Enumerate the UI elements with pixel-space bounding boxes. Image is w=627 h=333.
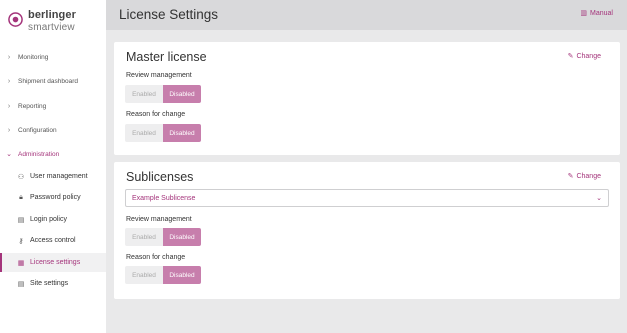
chevron-right-icon: › xyxy=(7,126,11,134)
users-icon: ⚇ xyxy=(17,173,25,181)
page-title: License Settings xyxy=(119,7,219,22)
clipboard-icon: ▤ xyxy=(17,216,25,224)
enabled-option[interactable]: Enabled xyxy=(125,85,163,103)
disabled-option[interactable]: Disabled xyxy=(163,228,201,246)
master-change-button[interactable]: ✎ Change xyxy=(567,52,601,61)
book-icon: ▥ xyxy=(580,10,588,17)
sidebar-item-user-management[interactable]: ⚇ User management xyxy=(0,167,106,186)
nav-label: Monitoring xyxy=(18,53,49,61)
chevron-right-icon: › xyxy=(7,53,11,61)
chevron-down-icon: ⌄ xyxy=(596,195,602,202)
chevron-right-icon: › xyxy=(7,102,11,110)
sidebar-item-label: Site settings xyxy=(30,280,69,287)
brand-logo[interactable]: berlinger smartview xyxy=(8,8,100,36)
manual-label: Manual xyxy=(590,9,613,17)
master-license-card: Master license ✎ Change Review managemen… xyxy=(114,42,620,155)
reason-for-change-label: Reason for change xyxy=(126,111,186,118)
manual-link[interactable]: ▥ Manual xyxy=(580,9,613,18)
sidebar-item-password-policy[interactable]: 🔒︎ Password policy xyxy=(0,188,106,207)
brand-name: berlinger xyxy=(28,9,76,21)
sidebar-item-login-policy[interactable]: ▤ Login policy xyxy=(0,210,106,229)
nav-label: Administration xyxy=(18,150,60,158)
nav-configuration[interactable]: › Configuration xyxy=(0,121,106,139)
disabled-option[interactable]: Disabled xyxy=(163,266,201,284)
change-label: Change xyxy=(576,172,601,180)
disabled-option[interactable]: Disabled xyxy=(163,124,201,142)
sublicense-select[interactable]: Example Sublicense ⌄ xyxy=(125,189,609,207)
sidebar-item-label: Login policy xyxy=(30,216,67,223)
sublicenses-card: Sublicenses ✎ Change Example Sublicense … xyxy=(114,162,620,299)
sidebar: berlinger smartview › Monitoring › Shipm… xyxy=(0,0,106,333)
key-icon: ⚷ xyxy=(18,237,24,245)
enabled-option[interactable]: Enabled xyxy=(125,266,163,284)
sidebar-item-license-settings[interactable]: ▦ License settings xyxy=(0,253,106,272)
nav-label: Reporting xyxy=(18,102,47,110)
nav-reporting[interactable]: › Reporting xyxy=(0,97,106,115)
master-license-title: Master license xyxy=(126,50,207,64)
lock-icon: 🔒︎ xyxy=(19,193,23,201)
sidebar-item-label: License settings xyxy=(30,259,81,266)
document-icon: ▦ xyxy=(17,259,25,267)
page-header: License Settings ▥ Manual xyxy=(106,0,627,30)
master-reason-toggle: Enabled Disabled xyxy=(125,124,201,142)
sublicenses-title: Sublicenses xyxy=(126,170,194,184)
enabled-option[interactable]: Enabled xyxy=(125,124,163,142)
master-review-toggle: Enabled Disabled xyxy=(125,85,201,103)
disabled-option[interactable]: Disabled xyxy=(163,85,201,103)
sublicenses-change-button[interactable]: ✎ Change xyxy=(567,172,601,181)
eye-logo-icon xyxy=(8,12,23,27)
nav-label: Configuration xyxy=(18,126,57,134)
sidebar-item-label: Password policy xyxy=(30,194,81,201)
reason-for-change-label: Reason for change xyxy=(126,254,186,261)
nav-shipment-dashboard[interactable]: › Shipment dashboard xyxy=(0,72,106,90)
sidebar-item-label: Access control xyxy=(30,237,76,244)
nav-monitoring[interactable]: › Monitoring xyxy=(0,48,106,66)
pencil-icon: ✎ xyxy=(567,173,574,180)
sidebar-item-site-settings[interactable]: ▤ Site settings xyxy=(0,274,106,293)
page-icon: ▤ xyxy=(17,280,25,288)
nav-label: Shipment dashboard xyxy=(18,77,78,85)
sublicense-review-toggle: Enabled Disabled xyxy=(125,228,201,246)
review-management-label: Review management xyxy=(126,216,192,223)
chevron-right-icon: › xyxy=(7,77,11,85)
nav-administration[interactable]: ⌄ Administration xyxy=(0,145,106,163)
change-label: Change xyxy=(576,52,601,60)
pencil-icon: ✎ xyxy=(567,53,574,60)
sidebar-item-access-control[interactable]: ⚷ Access control xyxy=(0,231,106,250)
brand-product: smartview xyxy=(28,22,75,33)
sublicense-selected-value: Example Sublicense xyxy=(132,194,196,202)
review-management-label: Review management xyxy=(126,72,192,79)
sidebar-item-label: User management xyxy=(30,173,88,180)
enabled-option[interactable]: Enabled xyxy=(125,228,163,246)
sublicense-reason-toggle: Enabled Disabled xyxy=(125,266,201,284)
chevron-down-icon: ⌄ xyxy=(6,151,12,158)
